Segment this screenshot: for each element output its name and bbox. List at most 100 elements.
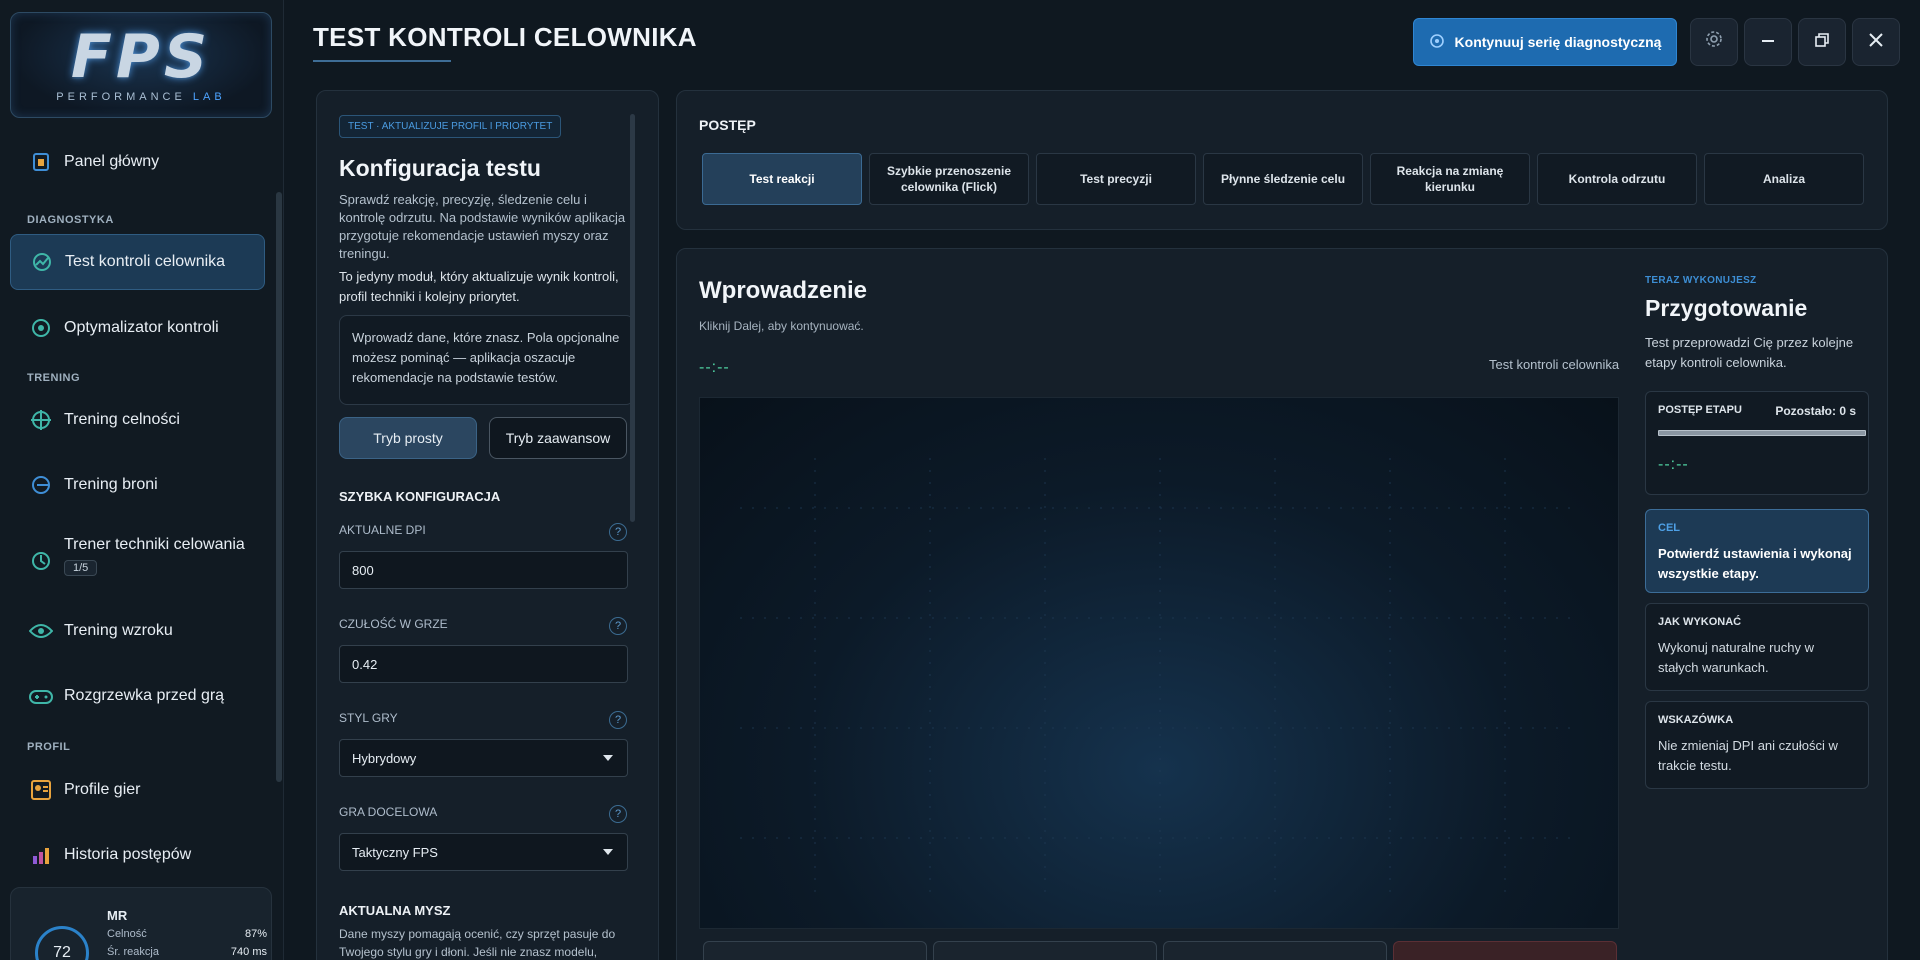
- mode-advanced-button[interactable]: Tryb zaawansow: [489, 417, 627, 459]
- logo-subtitle: PERFORMANCE LAB: [56, 91, 225, 103]
- sidebar-item-label: Panel główny: [64, 153, 160, 170]
- sens-label: CZUŁOŚĆ W GRZE: [339, 617, 448, 631]
- sidebar-item-label: Trener techniki celowania: [64, 536, 245, 553]
- maximize-button[interactable]: [1798, 18, 1846, 66]
- close-button[interactable]: [1852, 18, 1900, 66]
- section-training: TRENING: [27, 372, 80, 384]
- stat-accuracy: Celność 87%: [107, 928, 267, 940]
- profile-icon: [28, 777, 54, 803]
- section-diagnostics: DIAGNOSTYKA: [27, 214, 114, 226]
- continue-diagnostic-button[interactable]: Kontynuuj serię diagnostyczną: [1413, 18, 1677, 66]
- page-title: TEST KONTROLI CELOWNIKA: [313, 22, 697, 52]
- sidebar-item-history[interactable]: Historia postępów: [10, 827, 265, 883]
- tip-text: Nie zmieniaj DPI ani czułości w trakcie …: [1658, 738, 1838, 773]
- logo-wordmark: FPS: [70, 22, 212, 92]
- target-game-select[interactable]: Taktyczny FPS: [339, 833, 628, 871]
- footer-button-3[interactable]: [1163, 941, 1387, 960]
- step-tracking[interactable]: Płynne śledzenie celu: [1203, 153, 1363, 205]
- user-card[interactable]: 72 MR Celność 87% Śr. reakcja 740 ms: [10, 887, 272, 960]
- sidebar-item-weapons[interactable]: Trening broni: [10, 457, 265, 513]
- target-icon: [28, 315, 54, 341]
- help-icon[interactable]: ?: [609, 805, 627, 823]
- title-underline: [313, 60, 451, 62]
- play-style-select[interactable]: Hybrydowy: [339, 739, 628, 777]
- dpi-label: AKTUALNE DPI: [339, 523, 426, 537]
- refresh-icon: [1429, 33, 1445, 52]
- sidebar-item-label: Optymalizator kontroli: [64, 319, 219, 336]
- progress-header: POSTĘP: [699, 117, 756, 133]
- mode-simple-button[interactable]: Tryb prosty: [339, 417, 477, 459]
- dpi-field[interactable]: 800: [339, 551, 628, 589]
- sidebar-scrollbar[interactable]: [276, 192, 282, 782]
- goal-label: CEL: [1658, 522, 1680, 534]
- config-title: Konfiguracja testu: [339, 155, 541, 181]
- sidebar-item-crosshair-test[interactable]: Test kontroli celownika: [10, 234, 265, 290]
- play-style-value: Hybrydowy: [352, 751, 417, 766]
- info-box: Wprowadź dane, które znasz. Pola opcjona…: [339, 315, 634, 405]
- minimize-icon: [1761, 31, 1775, 54]
- sidebar-item-technique[interactable]: Trener techniki celowania 1/5: [10, 520, 265, 590]
- sidebar-item-label: Historia postępów: [64, 846, 192, 863]
- chevron-down-icon: [603, 849, 613, 855]
- stat-reaction: Śr. reakcja 740 ms: [107, 946, 267, 958]
- stat-label: Śr. reakcja: [107, 946, 159, 958]
- app-logo[interactable]: FPS PERFORMANCE LAB: [10, 12, 272, 118]
- sidebar-item-vision[interactable]: Trening wzroku: [10, 603, 265, 659]
- gear-icon: [1705, 30, 1723, 54]
- help-icon[interactable]: ?: [609, 617, 627, 635]
- stage-progress-card: POSTĘP ETAPU Pozostało: 0 s --:--: [1645, 391, 1869, 495]
- how-card: JAK WYKONAĆ Wykonuj naturalne ruchy w st…: [1645, 603, 1869, 691]
- step-precision[interactable]: Test precyzji: [1036, 153, 1196, 205]
- quick-config-header: SZYBKA KONFIGURACJA: [339, 489, 501, 504]
- step-direction-change[interactable]: Reakcja na zmianę kierunku: [1370, 153, 1530, 205]
- how-label: JAK WYKONAĆ: [1658, 616, 1742, 628]
- sidebar-item-home[interactable]: Panel główny: [10, 134, 265, 190]
- sidebar-item-game-profiles[interactable]: Profile gier: [10, 762, 265, 818]
- progress-panel: POSTĘP Test reakcji Szybkie przenoszenie…: [676, 90, 1888, 230]
- step-recoil[interactable]: Kontrola odrzutu: [1537, 153, 1697, 205]
- now-title: Przygotowanie: [1645, 295, 1808, 321]
- config-description: Sprawdź reakcję, precyzję, śledzenie cel…: [339, 192, 626, 261]
- sidebar-item-warmup[interactable]: Rozgrzewka przed grą: [10, 668, 265, 724]
- stage-title: Wprowadzenie: [699, 277, 868, 304]
- module-label: Test kontroli celownika: [1489, 357, 1620, 372]
- sidebar: FPS PERFORMANCE LAB Panel główny DIAGNOS…: [0, 0, 284, 960]
- section-profile: PROFIL: [27, 741, 71, 753]
- footer-button-2[interactable]: [933, 941, 1157, 960]
- config-scrollbar[interactable]: [630, 114, 635, 522]
- config-module-note: To jedyny moduł, który aktualizuje wynik…: [339, 269, 619, 304]
- test-canvas[interactable]: [699, 397, 1619, 929]
- weapon-icon: [28, 472, 54, 498]
- step-flick[interactable]: Szybkie przenoszenie celownika (Flick): [869, 153, 1029, 205]
- sidebar-item-label: Test kontroli celownika: [65, 253, 226, 270]
- sidebar-item-accuracy[interactable]: Trening celności: [10, 392, 265, 448]
- now-description: Test przeprowadzi Cię przez kolejne etap…: [1645, 335, 1854, 370]
- help-icon[interactable]: ?: [609, 711, 627, 729]
- config-panel: TEST · AKTUALIZUJE PROFIL I PRIORYTET Ko…: [316, 90, 659, 960]
- mouse-description: Dane myszy pomagają ocenić, czy sprzęt p…: [339, 927, 616, 959]
- sidebar-item-label: Rozgrzewka przed grą: [64, 687, 225, 704]
- aim-icon: [28, 407, 54, 433]
- now-label: TERAZ WYKONUJESZ: [1645, 275, 1757, 286]
- mouse-header: AKTUALNA MYSZ: [339, 903, 451, 918]
- footer-button-4[interactable]: [1393, 941, 1617, 960]
- sensitivity-field[interactable]: 0.42: [339, 645, 628, 683]
- stage-progress-bar: [1658, 430, 1866, 436]
- minimize-button[interactable]: [1744, 18, 1792, 66]
- step-analysis[interactable]: Analiza: [1704, 153, 1864, 205]
- style-label: STYL GRY: [339, 711, 398, 725]
- step-reaction[interactable]: Test reakcji: [702, 153, 862, 205]
- technique-badge: 1/5: [64, 560, 98, 576]
- how-text: Wykonuj naturalne ruchy w stałych warunk…: [1658, 640, 1814, 675]
- test-panel: Wprowadzenie Kliknij Dalej, aby kontynuo…: [676, 248, 1888, 960]
- stat-label: Celność: [107, 928, 147, 940]
- sidebar-item-optimizer[interactable]: Optymalizator kontroli: [10, 300, 265, 356]
- stage-progress-header: POSTĘP ETAPU Pozostało: 0 s: [1658, 404, 1856, 418]
- chevron-down-icon: [603, 755, 613, 761]
- settings-button[interactable]: [1690, 18, 1738, 66]
- canvas-grid: [740, 458, 1580, 898]
- help-icon[interactable]: ?: [609, 523, 627, 541]
- footer-button-1[interactable]: [703, 941, 927, 960]
- technique-icon: [28, 548, 54, 574]
- sidebar-item-label: Profile gier: [64, 781, 141, 798]
